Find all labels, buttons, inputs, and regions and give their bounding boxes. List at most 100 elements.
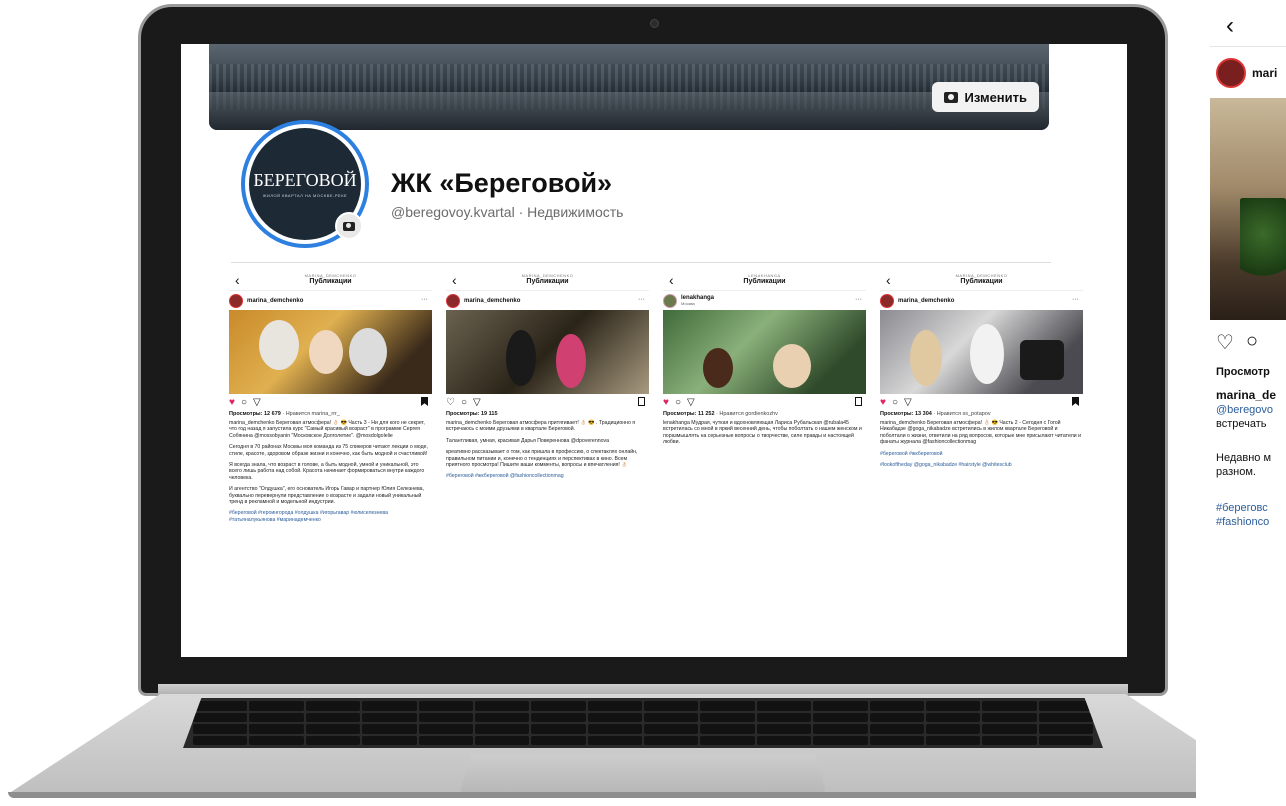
person-shape bbox=[309, 330, 343, 374]
phone-hashtag[interactable]: #fashionco bbox=[1216, 516, 1269, 528]
back-icon[interactable]: ‹ bbox=[1226, 12, 1234, 40]
edit-cover-button[interactable]: Изменить bbox=[932, 82, 1039, 112]
post-hashtags[interactable]: #береговой #героингорода #олдушка #игорь… bbox=[229, 510, 432, 523]
bookmark-icon[interactable] bbox=[421, 397, 428, 406]
post-user[interactable]: marina_demchenko ··· bbox=[229, 290, 432, 310]
post-header-title: Публикации bbox=[526, 278, 569, 285]
post-caption: marina_demchenko Береговая атмосфера при… bbox=[446, 420, 636, 433]
profile-avatar[interactable]: БЕРЕГОВОЙ ЖИЛОЙ КВАРТАЛ НА МОСКВЕ-РЕКЕ bbox=[241, 120, 369, 248]
bookmark-icon[interactable] bbox=[638, 397, 645, 406]
phone-mention[interactable]: @beregovo bbox=[1216, 404, 1273, 416]
post-image[interactable] bbox=[446, 310, 649, 394]
post-actions: ♥ ○ ▽ bbox=[229, 394, 432, 410]
keyboard-key bbox=[982, 724, 1037, 734]
post-header: ‹ MARINA_DEMCHENKO Публикации bbox=[880, 268, 1083, 290]
comment-icon[interactable]: ○ bbox=[241, 397, 247, 408]
post-hashtags[interactable]: #береговой #жкбереговой bbox=[880, 451, 1083, 457]
back-icon[interactable]: ‹ bbox=[452, 272, 457, 288]
avatar bbox=[880, 293, 894, 308]
keyboard-key bbox=[362, 701, 417, 711]
post-owner: MARINA_DEMCHENKO bbox=[521, 273, 574, 278]
post-paragraph: И агентство "Олдушка", его основатель Иг… bbox=[229, 486, 424, 506]
more-icon[interactable]: ··· bbox=[855, 296, 862, 303]
post-caption: lenakhanga Мудрая, чуткая и вдохновляюща… bbox=[663, 420, 862, 446]
back-icon[interactable]: ‹ bbox=[669, 272, 674, 288]
phone-post-image[interactable] bbox=[1210, 98, 1286, 320]
back-icon[interactable]: ‹ bbox=[886, 272, 891, 288]
post-card[interactable]: ‹ MARINA_DEMCHENKO Публикации marina_dem… bbox=[229, 268, 432, 657]
share-icon[interactable]: ▽ bbox=[253, 397, 261, 408]
post-card[interactable]: ‹ MARINA_DEMCHENKO Публикации marina_dem… bbox=[880, 268, 1083, 657]
post-user[interactable]: lenakhanga Москва ··· bbox=[663, 290, 866, 310]
comment-icon[interactable]: ○ bbox=[1246, 330, 1258, 355]
post-image[interactable] bbox=[880, 310, 1083, 394]
keyboard-key bbox=[644, 712, 699, 722]
change-avatar-button[interactable] bbox=[335, 212, 363, 240]
keyboard-key bbox=[644, 735, 699, 745]
back-icon[interactable]: ‹ bbox=[235, 272, 240, 288]
keyboard-key bbox=[644, 701, 699, 711]
cover-water bbox=[209, 92, 1049, 130]
heart-icon[interactable]: ♡ bbox=[446, 397, 455, 408]
person-shape bbox=[259, 320, 299, 370]
post-hashtags[interactable]: #lookoftheday @goga_nikabadze #hairstyle… bbox=[880, 462, 1083, 468]
views-count: Просмотры: 19 115 bbox=[446, 411, 498, 417]
keyboard-key bbox=[1038, 735, 1093, 745]
keyboard-key bbox=[305, 712, 361, 722]
laptop-screen: Изменить БЕРЕГОВОЙ ЖИЛОЙ КВАРТАЛ НА МОСК… bbox=[181, 44, 1127, 657]
phone-screen: ‹ mari ♡ ○ Просмотр marina_de @beregovo … bbox=[1196, 0, 1286, 806]
posts-grid: ‹ MARINA_DEMCHENKO Публикации marina_dem… bbox=[229, 268, 1083, 657]
views-count: Просмотры: 13 304 bbox=[880, 411, 932, 417]
phone-username[interactable]: mari bbox=[1252, 66, 1277, 80]
post-user[interactable]: marina_demchenko ··· bbox=[880, 290, 1083, 310]
post-username: marina_demchenko bbox=[898, 297, 955, 304]
more-icon[interactable]: ··· bbox=[1072, 296, 1079, 303]
post-card[interactable]: ‹ LENAKHANGA Публикации lenakhanga Москв… bbox=[663, 268, 866, 657]
keyboard-key bbox=[418, 701, 473, 711]
keyboard-key bbox=[249, 724, 304, 734]
comment-icon[interactable]: ○ bbox=[675, 397, 681, 408]
more-icon[interactable]: ··· bbox=[638, 296, 645, 303]
post-hashtags[interactable]: #береговой #жкбереговой @fashioncollecti… bbox=[446, 473, 649, 479]
logo-subtext: ЖИЛОЙ КВАРТАЛ НА МОСКВЕ-РЕКЕ bbox=[262, 193, 348, 198]
avatar[interactable] bbox=[1216, 58, 1246, 88]
camera-icon bbox=[944, 91, 959, 103]
bookmark-icon[interactable] bbox=[1072, 397, 1079, 406]
keyboard-key bbox=[813, 724, 868, 734]
keyboard-key bbox=[756, 712, 812, 722]
share-icon[interactable]: ▽ bbox=[473, 397, 481, 408]
share-icon[interactable]: ▽ bbox=[687, 397, 695, 408]
heart-icon[interactable]: ♥ bbox=[229, 397, 235, 408]
trackpad bbox=[460, 754, 826, 792]
bookmark-icon[interactable] bbox=[855, 397, 862, 406]
keyboard-key bbox=[587, 701, 642, 711]
views-count: Просмотры: 11 252 bbox=[663, 411, 715, 417]
keyboard-key bbox=[193, 724, 248, 734]
post-image[interactable] bbox=[229, 310, 432, 394]
heart-icon[interactable]: ♥ bbox=[663, 397, 669, 408]
post-image[interactable] bbox=[663, 310, 866, 394]
heart-icon[interactable]: ♡ bbox=[1216, 330, 1234, 355]
post-actions: ♥ ○ ▽ bbox=[663, 394, 866, 410]
keyboard-key bbox=[587, 712, 642, 722]
share-icon[interactable]: ▽ bbox=[904, 397, 912, 408]
comment-icon[interactable]: ○ bbox=[461, 397, 467, 408]
heart-icon[interactable]: ♥ bbox=[880, 397, 886, 408]
phone-caption-user[interactable]: marina_de bbox=[1216, 388, 1276, 402]
keyboard-key bbox=[249, 735, 304, 745]
keyboard-key bbox=[531, 724, 586, 734]
post-caption: marina_demchenko Береговая атмосфера! 👌🏻… bbox=[880, 420, 1081, 446]
comment-icon[interactable]: ○ bbox=[892, 397, 898, 408]
person-shape bbox=[506, 330, 536, 386]
phone-views: Просмотр bbox=[1216, 366, 1270, 378]
post-paragraph: Я всегда знала, что возраст в голове, а … bbox=[229, 462, 425, 481]
keyboard-key bbox=[982, 735, 1037, 745]
more-icon[interactable]: ··· bbox=[421, 296, 428, 303]
keyboard-key bbox=[982, 712, 1037, 722]
base-edge bbox=[8, 792, 1278, 798]
keyboard-key bbox=[925, 724, 981, 734]
post-user[interactable]: marina_demchenko ··· bbox=[446, 290, 649, 310]
keyboard-key bbox=[813, 712, 868, 722]
post-card[interactable]: ‹ MARINA_DEMCHENKO Публикации marina_dem… bbox=[446, 268, 649, 657]
phone-hashtag[interactable]: #береговс bbox=[1216, 502, 1268, 514]
